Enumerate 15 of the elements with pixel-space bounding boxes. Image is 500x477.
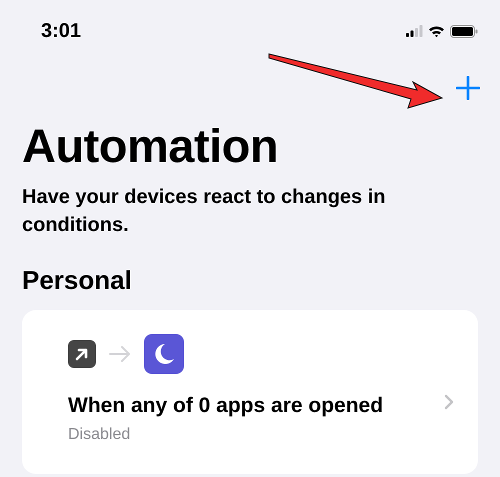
chevron-icon bbox=[444, 394, 454, 410]
plus-icon bbox=[456, 76, 480, 100]
automation-card[interactable]: When any of 0 apps are opened Disabled bbox=[22, 310, 478, 474]
automation-title: When any of 0 apps are opened bbox=[68, 394, 384, 418]
section-heading: Personal bbox=[22, 265, 133, 296]
arrow-icon bbox=[108, 345, 132, 363]
automation-status: Disabled bbox=[68, 426, 132, 444]
status-time: 3:01 bbox=[41, 20, 82, 42]
signal-icon bbox=[406, 25, 423, 37]
page-subtitle: Have your devices react to changes in conditions. bbox=[22, 185, 386, 238]
battery-icon bbox=[450, 24, 478, 38]
wifi-icon bbox=[428, 24, 445, 38]
page-title: Automation bbox=[22, 118, 280, 173]
open-app-icon bbox=[68, 340, 96, 368]
moon-icon bbox=[144, 334, 184, 374]
